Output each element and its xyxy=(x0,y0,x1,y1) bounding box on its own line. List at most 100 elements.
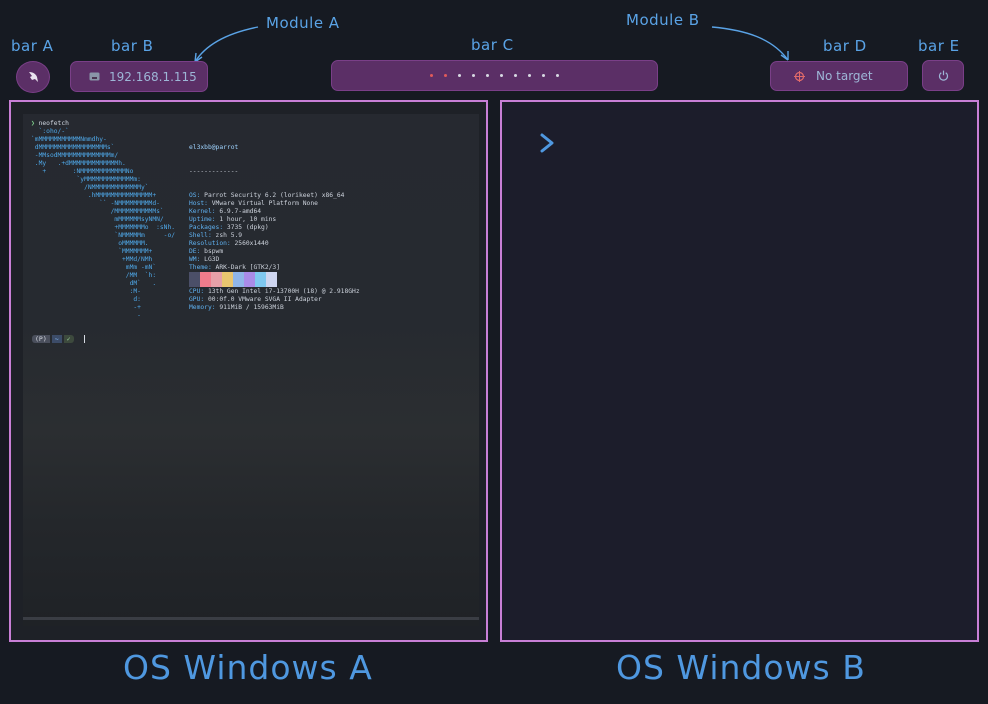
label-module-b: Module B xyxy=(626,11,700,29)
info-line: Shell: zsh 5.9 xyxy=(189,232,360,240)
logo-line: mMMMMMMsyNMN/ xyxy=(31,216,164,223)
logo-line: `mMMMMMMMMMMMNmmdhy- xyxy=(31,136,107,143)
info-line: OS: Parrot Security 6.2 (lorikeet) x86_6… xyxy=(189,192,360,200)
info-value: 1 hour, 10 mins xyxy=(219,216,277,223)
info-value: 6.9.7-amd64 xyxy=(219,208,262,215)
logo-line: /MMMMMMMMMMMs` xyxy=(31,208,164,215)
info-line: Host: VMware Virtual Platform None xyxy=(189,200,360,208)
workspace-2[interactable] xyxy=(444,74,447,77)
info-value: 911MiB / 15963MiB xyxy=(219,304,284,311)
info-key: GPU: xyxy=(189,296,208,303)
target-label: No target xyxy=(816,69,873,83)
palette-swatch xyxy=(189,272,200,287)
logo-line: :M- xyxy=(31,288,141,295)
ethernet-icon xyxy=(89,72,100,81)
neofetch-info: el3xbb@parrot ------------- OS: Parrot S… xyxy=(189,128,360,328)
info-key: Uptime: xyxy=(189,216,220,223)
label-bar-b: bar B xyxy=(111,37,154,55)
info-line: Theme: ARK-Dark [GTK2/3] xyxy=(189,264,360,272)
logo-line: +MMd/NMh xyxy=(31,256,153,263)
workspace-6[interactable] xyxy=(500,74,503,77)
info-value: 3735 (dpkg) xyxy=(226,224,269,231)
info-line: Uptime: 1 hour, 10 mins xyxy=(189,216,360,224)
os-window-b[interactable] xyxy=(500,100,979,642)
info-line: Resolution: 2560x1440 xyxy=(189,240,360,248)
power-icon xyxy=(938,70,948,81)
workspace-3[interactable] xyxy=(458,74,461,77)
info-line: GPU: 00:0f.0 VMware SVGA II Adapter xyxy=(189,296,360,304)
info-value: 00:0f.0 VMware SVGA II Adapter xyxy=(207,296,322,303)
logo-line: `` -NMMMMMMMMMd- xyxy=(31,200,160,207)
logo-line: + :NMMMMMMMMMMMMNo xyxy=(31,168,134,175)
workspace-9[interactable] xyxy=(542,74,545,77)
bar-d-target-module[interactable]: No target xyxy=(770,61,908,91)
color-palette xyxy=(189,272,277,287)
info-key: Shell: xyxy=(189,232,216,239)
logo-line: .hMMMMMMMMMMMMMMM+ xyxy=(31,192,157,199)
info-value: 2560x1440 xyxy=(234,240,269,247)
crosshair-icon xyxy=(794,70,805,82)
info-key: Memory: xyxy=(189,304,220,311)
info-value: VMware Virtual Platform None xyxy=(211,200,318,207)
info-line: Memory: 911MiB / 15963MiB xyxy=(189,304,360,312)
info-value: LG3D xyxy=(204,256,220,263)
terminal[interactable]: ❯ neofetch `:oho/-` `mMMMMMMMMMMMNmmdhy- … xyxy=(23,114,479,626)
logo-line: - xyxy=(31,312,141,319)
os-window-a[interactable]: ❯ neofetch `:oho/-` `mMMMMMMMMMMMNmmdhy- … xyxy=(9,100,488,642)
palette-swatch xyxy=(244,272,255,287)
bar-e-power-button[interactable] xyxy=(922,60,964,91)
logo-line: +MMMMMMMo :sNh. xyxy=(31,224,176,231)
palette-swatch xyxy=(211,272,222,287)
logo-line: /NMMMMMMMMMMMMMy` xyxy=(31,184,149,191)
user-host: el3xbb@parrot xyxy=(189,144,239,151)
logo-line: dMMMMMMMMMMMMMMMMMMs` xyxy=(31,144,115,151)
caption-os-windows-b: OS Windows B xyxy=(616,648,866,687)
palette-swatch xyxy=(233,272,244,287)
logo-line: `MMMMMMM+ xyxy=(31,248,153,255)
info-line: Packages: 3735 (dpkg) xyxy=(189,224,360,232)
prompt-segment-dir: ~ xyxy=(51,335,62,343)
bar-a-launcher-button[interactable] xyxy=(16,61,50,93)
module-b-arrow xyxy=(711,26,789,61)
palette-swatch xyxy=(255,272,266,287)
workspace-8[interactable] xyxy=(528,74,531,77)
bar-c-workspaces xyxy=(331,60,658,91)
info-line: CPU: 13th Gen Intel i7-13700H (18) @ 2.9… xyxy=(189,288,360,296)
label-bar-d: bar D xyxy=(823,37,867,55)
prompt-segment-os: (P) xyxy=(32,335,50,343)
logo-line: dM` . xyxy=(31,280,157,287)
palette-swatch xyxy=(266,272,277,287)
info-key: WM: xyxy=(189,256,205,263)
caption-os-windows-a: OS Windows A xyxy=(123,648,373,687)
logo-line: `NMMMMMm -o/ xyxy=(31,232,176,239)
palette-swatch xyxy=(222,272,233,287)
workspace-10[interactable] xyxy=(556,74,559,77)
info-key: Host: xyxy=(189,200,212,207)
label-bar-c: bar C xyxy=(471,36,514,54)
terminal-command: neofetch xyxy=(38,120,69,127)
info-line: Kernel: 6.9.7-amd64 xyxy=(189,208,360,216)
module-a-arrow xyxy=(194,26,259,63)
workspace-4[interactable] xyxy=(472,74,475,77)
terminal-scrollbar[interactable] xyxy=(23,617,479,620)
info-key: Kernel: xyxy=(189,208,220,215)
workspace-7[interactable] xyxy=(514,74,517,77)
bar-b-ip-module[interactable]: 192.168.1.115 xyxy=(70,61,208,92)
label-bar-a: bar A xyxy=(11,37,54,55)
palette-swatch xyxy=(200,272,211,287)
logo-line: mMm -mN` xyxy=(31,264,157,271)
workspace-5[interactable] xyxy=(486,74,489,77)
logo-line: .My .+dMMMMMMMMMMMMMh. xyxy=(31,160,126,167)
shell-prompt[interactable]: (P) ~ ✓ xyxy=(32,335,85,343)
logo-line: d: xyxy=(31,296,141,303)
logo-line: -MMsodMMMMMMMMMMMMMMm/ xyxy=(31,152,119,159)
terminal-command-line: ❯ neofetch xyxy=(31,120,69,127)
logo-line: `:oho/-` xyxy=(31,128,69,135)
info-key: Resolution: xyxy=(189,240,235,247)
parrot-logo-icon xyxy=(29,72,38,82)
prompt-segment-status: ✓ xyxy=(63,335,74,343)
info-key: Theme: xyxy=(189,264,216,271)
chevron-right-icon xyxy=(540,133,554,153)
workspace-1[interactable] xyxy=(430,74,433,77)
info-key: Packages: xyxy=(189,224,227,231)
